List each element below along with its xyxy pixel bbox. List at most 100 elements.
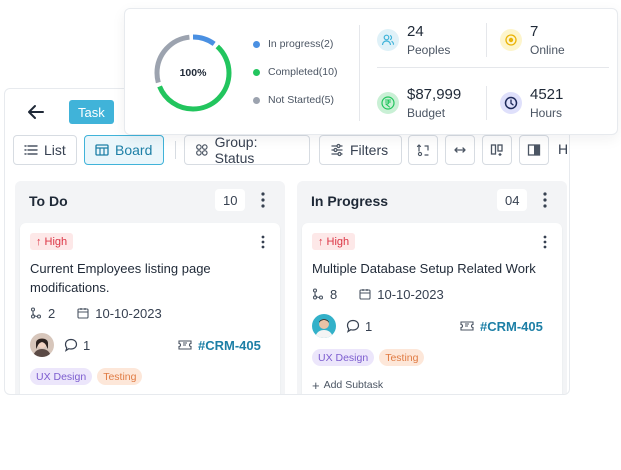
due-date: 10-10-2023 [377, 286, 444, 302]
tag-ux-design[interactable]: UX Design [312, 349, 375, 366]
tag-testing[interactable]: Testing [97, 368, 143, 385]
progress-percent: 100% [179, 67, 207, 79]
stat-label: Budget [407, 106, 446, 120]
column-title: In Progress [311, 193, 389, 209]
more-vertical-icon [543, 192, 547, 208]
card-title: Multiple Database Setup Related Work [312, 261, 536, 276]
column-title: To Do [29, 193, 68, 209]
stat-label: Peoples [407, 43, 451, 57]
calendar-icon [77, 308, 89, 319]
stat-value: 24 [407, 23, 424, 40]
stat-value: $87,999 [407, 86, 462, 103]
column-todo: To Do 10 ↑ High Current Employees listin… [15, 181, 285, 394]
sort-icon [416, 144, 429, 157]
legend-dot [253, 68, 260, 76]
filter-icon [331, 143, 343, 157]
back-button[interactable] [25, 101, 47, 123]
list-view-button[interactable]: List [13, 135, 77, 165]
avatar[interactable] [312, 314, 336, 338]
ticket-link[interactable]: #CRM-405 [460, 316, 543, 336]
ticket-link[interactable]: #CRM-405 [178, 335, 261, 355]
divider [377, 67, 609, 68]
stat-hours: 4521 Hours [500, 86, 563, 121]
split-view-button[interactable] [519, 135, 549, 165]
stat-peoples: 24 Peoples [377, 23, 450, 58]
user-avatar-image [30, 333, 54, 357]
expand-button[interactable] [445, 135, 475, 165]
comment-icon [64, 338, 78, 352]
tag-ux-design[interactable]: UX Design [30, 368, 93, 385]
stat-value: 4521 [530, 86, 564, 103]
priority-badge: ↑ High [30, 233, 74, 250]
subtask-count: 2 [48, 305, 56, 321]
legend-dot [253, 96, 260, 104]
task-badge: Task [69, 100, 114, 124]
legend-dot [253, 40, 260, 48]
rupee-icon [377, 92, 399, 114]
split-view-icon [527, 144, 541, 156]
priority-label: High [44, 235, 68, 248]
legend-not-started: Not Started(5) [253, 94, 334, 106]
card-meta: 8 10-10-2023 [312, 285, 444, 303]
hidden-toolbar-label[interactable]: Hi [558, 141, 569, 157]
subtask-count: 8 [330, 286, 338, 302]
card-more-button[interactable] [538, 232, 552, 252]
card-meta: 2 10-10-2023 [30, 304, 162, 322]
card-tags: UX Design Testing [312, 349, 425, 366]
group-status-label: Group: Status [214, 134, 258, 166]
grid-icon [196, 144, 208, 156]
stat-label: Hours [530, 106, 563, 120]
card-more-button[interactable] [256, 232, 270, 252]
ticket-id: #CRM-405 [480, 318, 543, 334]
sort-button[interactable] [408, 135, 438, 165]
legend-label: In progress(2) [268, 38, 334, 50]
arrow-up-icon: ↑ [36, 235, 42, 248]
stat-value: 7 [530, 23, 539, 40]
plus-icon: + [312, 377, 320, 393]
board-view-label: Board [115, 142, 153, 158]
comment-count: 1 [83, 337, 91, 353]
arrow-left-icon [28, 105, 44, 119]
calendar-icon [359, 289, 371, 300]
divider [359, 25, 360, 121]
toolbar-divider [175, 141, 176, 159]
ticket-id: #CRM-405 [198, 337, 261, 353]
card-tags: UX Design Testing [30, 368, 143, 385]
legend-in-progress: In progress(2) [253, 38, 333, 50]
more-vertical-icon [261, 235, 265, 249]
filters-label: Filters [350, 142, 389, 158]
filters-button[interactable]: Filters [319, 135, 402, 165]
comment-icon [346, 319, 360, 333]
avatar[interactable] [30, 333, 54, 357]
card-title: Current Employees listing page modificat… [30, 261, 211, 295]
user-avatar-image [312, 314, 336, 338]
columns-button[interactable] [482, 135, 512, 165]
task-card[interactable]: ↑ High Multiple Database Setup Related W… [302, 223, 562, 394]
stat-label: Online [530, 43, 565, 57]
column-count: 04 [497, 189, 528, 211]
column-count: 10 [215, 189, 246, 211]
comments[interactable]: 1 [64, 335, 90, 355]
more-vertical-icon [543, 235, 547, 249]
column-more-button[interactable] [537, 189, 553, 211]
legend-label: Completed(10) [268, 66, 338, 78]
add-subtask-button[interactable]: + Add Subtask [312, 377, 383, 393]
board-view-button[interactable]: Board [84, 135, 164, 165]
people-icon [377, 29, 399, 51]
subtask-icon [312, 288, 324, 300]
comments[interactable]: 1 [346, 316, 372, 336]
tag-testing[interactable]: Testing [379, 349, 425, 366]
stat-online: 7 Online [500, 23, 565, 58]
board-toolbar: List Board Group: Status Filters Hi [13, 134, 569, 166]
column-in-progress: In Progress 04 ↑ High Multiple Database … [297, 181, 567, 394]
expand-horizontal-icon [454, 147, 466, 153]
clock-icon [500, 92, 522, 114]
priority-badge: ↑ High [312, 233, 356, 250]
group-status-button[interactable]: Group: Status [184, 134, 310, 166]
task-card[interactable]: ↑ High Current Employees listing page mo… [20, 223, 280, 394]
column-more-button[interactable] [255, 189, 271, 211]
due-date: 10-10-2023 [95, 305, 162, 321]
legend-label: Not Started(5) [268, 94, 334, 106]
project-summary-card: 100% In progress(2) Completed(10) Not St… [124, 8, 618, 135]
stat-budget: $87,999 Budget [377, 86, 461, 121]
